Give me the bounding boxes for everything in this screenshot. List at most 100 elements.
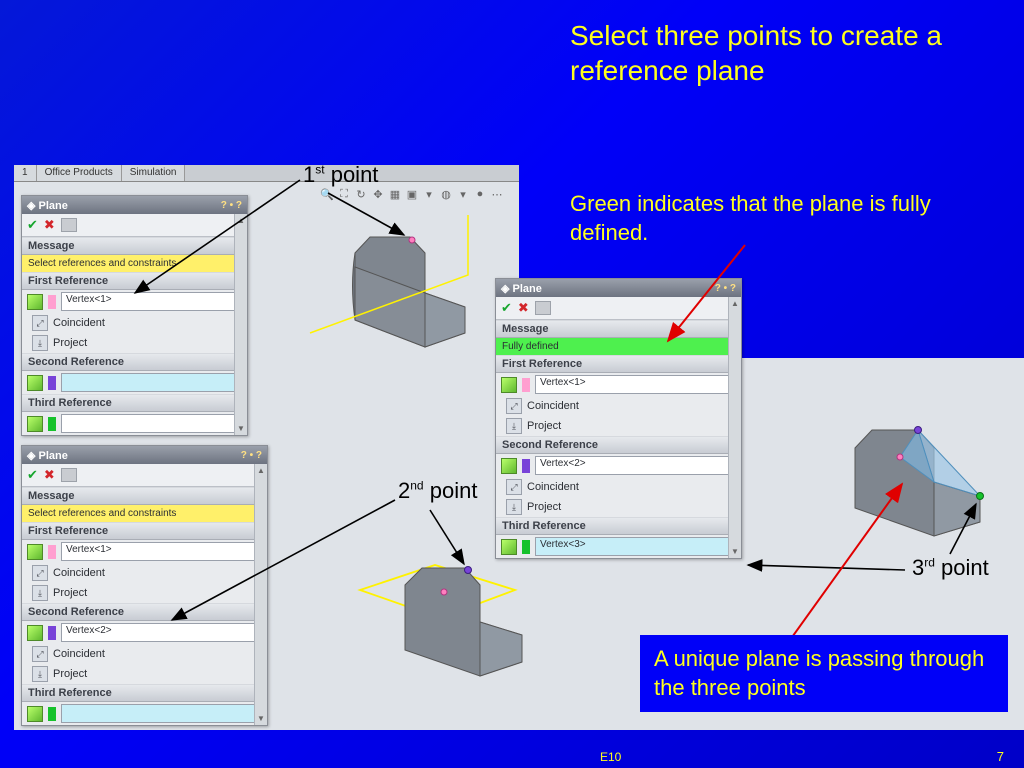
color-swatch-purple: [48, 376, 56, 390]
panel-titlebar[interactable]: ◈ Plane ? • ?: [496, 279, 741, 297]
ok-button[interactable]: ✔: [27, 467, 38, 483]
ok-button[interactable]: ✔: [27, 217, 38, 233]
model-3: [800, 400, 1010, 570]
app-header: 1 Office Products Simulation: [14, 165, 519, 183]
section-second-ref: Second Reference: [502, 439, 598, 451]
section-second-ref: Second Reference: [28, 356, 124, 368]
coincident-label: Coincident: [53, 317, 105, 329]
cube-icon: [27, 416, 43, 432]
section-first-ref: First Reference: [502, 358, 582, 370]
panel-titlebar[interactable]: ◈ Plane ? • ?: [22, 446, 267, 464]
cube-icon: [27, 706, 43, 722]
cancel-button[interactable]: ✖: [44, 217, 55, 233]
scrollbar[interactable]: [254, 464, 267, 725]
color-swatch-purple: [48, 626, 56, 640]
ok-button[interactable]: ✔: [501, 300, 512, 316]
dropdown-icon[interactable]: ▾: [422, 188, 436, 202]
coincident-icon[interactable]: ⤢: [32, 315, 48, 331]
third-ref-input[interactable]: Vertex<3>: [535, 537, 736, 556]
third-ref-input[interactable]: [61, 414, 242, 433]
panel-title: Plane: [39, 200, 68, 212]
page-number: 7: [997, 749, 1004, 764]
rotate-icon[interactable]: ↻: [354, 188, 368, 202]
footer-code: E10: [600, 750, 621, 764]
section-first-ref: First Reference: [28, 525, 108, 537]
annotation-plane: A unique plane is passing through the th…: [654, 645, 994, 702]
message-content: Select references and constraints: [22, 255, 247, 272]
model-1: [300, 215, 480, 365]
cube-icon: [27, 625, 43, 641]
pin-button[interactable]: [61, 218, 77, 232]
panel-titlebar[interactable]: ◈ Plane ? • ?: [22, 196, 247, 214]
coincident-label: Coincident: [53, 567, 105, 579]
color-swatch-pink: [48, 545, 56, 559]
scene-icon[interactable]: ●: [473, 188, 487, 202]
coincident-label: Coincident: [53, 648, 105, 660]
zoom-icon[interactable]: 🔍: [320, 188, 334, 202]
tab-simulation[interactable]: Simulation: [122, 165, 186, 181]
project-icon[interactable]: ⤓: [32, 666, 48, 682]
help-icon[interactable]: ? • ?: [221, 200, 242, 211]
annotation-plane-box: A unique plane is passing through the th…: [640, 635, 1008, 712]
third-ref-input[interactable]: [61, 704, 262, 723]
project-label: Project: [527, 501, 561, 513]
section-icon[interactable]: ▦: [388, 188, 402, 202]
cube-icon: [27, 294, 43, 310]
tab-office[interactable]: Office Products: [37, 165, 122, 181]
tabstrip[interactable]: 1 Office Products Simulation: [14, 165, 519, 182]
tab-1[interactable]: 1: [14, 165, 37, 181]
cube-icon: [501, 458, 517, 474]
model-2: [340, 530, 550, 700]
help-icon[interactable]: ? • ?: [715, 283, 736, 294]
project-label: Project: [53, 337, 87, 349]
panel-title: Plane: [513, 283, 542, 295]
annotation-green: Green indicates that the plane is fully …: [570, 190, 960, 247]
plane-panel-2: ◈ Plane ? • ? ✔ ✖ Message⌃ Select refere…: [21, 445, 268, 726]
project-icon[interactable]: ⤓: [506, 499, 522, 515]
pin-button[interactable]: [535, 301, 551, 315]
color-swatch-pink: [48, 295, 56, 309]
first-ref-input[interactable]: Vertex<1>: [535, 375, 736, 394]
section-second-ref: Second Reference: [28, 606, 124, 618]
project-label: Project: [53, 668, 87, 680]
more-icon[interactable]: ⋯: [490, 188, 504, 202]
message-content: Select references and constraints: [22, 505, 267, 522]
coincident-icon[interactable]: ⤢: [32, 565, 48, 581]
section-message: Message: [502, 323, 548, 335]
pan-icon[interactable]: ✥: [371, 188, 385, 202]
second-ref-input[interactable]: Vertex<2>: [61, 623, 262, 642]
pin-button[interactable]: [61, 468, 77, 482]
second-ref-input[interactable]: Vertex<2>: [535, 456, 736, 475]
section-first-ref: First Reference: [28, 275, 108, 287]
project-label: Project: [53, 587, 87, 599]
color-swatch-purple: [522, 459, 530, 473]
zoom-fit-icon[interactable]: ⛶: [337, 188, 351, 202]
coincident-label: Coincident: [527, 400, 579, 412]
scrollbar[interactable]: [234, 214, 247, 435]
section-third-ref: Third Reference: [28, 687, 112, 699]
project-icon[interactable]: ⤓: [506, 418, 522, 434]
color-swatch-green: [48, 707, 56, 721]
cancel-button[interactable]: ✖: [44, 467, 55, 483]
section-message: Message: [28, 240, 74, 252]
project-icon[interactable]: ⤓: [32, 335, 48, 351]
render-icon[interactable]: ▣: [405, 188, 419, 202]
project-label: Project: [527, 420, 561, 432]
coincident-icon[interactable]: ⤢: [506, 398, 522, 414]
cancel-button[interactable]: ✖: [518, 300, 529, 316]
second-ref-input[interactable]: [61, 373, 242, 392]
first-ref-input[interactable]: Vertex<1>: [61, 292, 242, 311]
dropdown2-icon[interactable]: ▾: [456, 188, 470, 202]
label-3rd-point: 3rd point: [912, 555, 989, 581]
help-icon[interactable]: ? • ?: [241, 450, 262, 461]
project-icon[interactable]: ⤓: [32, 585, 48, 601]
cube-icon: [501, 377, 517, 393]
scrollbar[interactable]: [728, 297, 741, 558]
coincident-icon[interactable]: ⤢: [506, 479, 522, 495]
label-1st-point: 1st point: [303, 162, 378, 188]
coincident-icon[interactable]: ⤢: [32, 646, 48, 662]
slide-title: Select three points to create a referenc…: [570, 18, 970, 88]
first-ref-input[interactable]: Vertex<1>: [61, 542, 262, 561]
hide-icon[interactable]: ◍: [439, 188, 453, 202]
cube-icon: [27, 544, 43, 560]
